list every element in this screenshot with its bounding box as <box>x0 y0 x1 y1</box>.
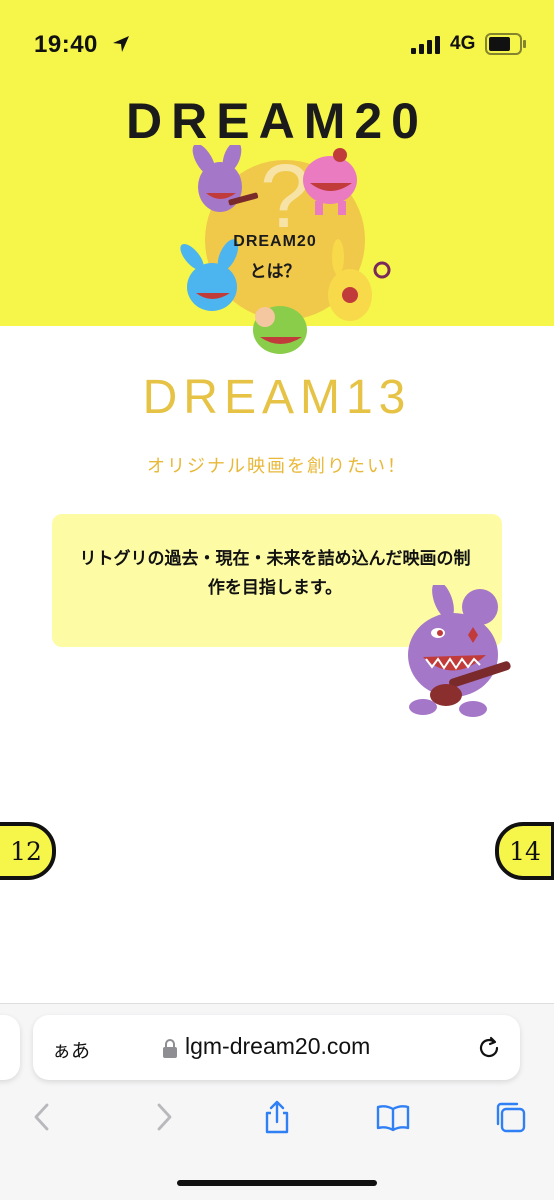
cellular-signal-icon <box>411 36 440 54</box>
svg-text:?: ? <box>260 147 310 247</box>
previous-page-number: 12 <box>10 836 42 866</box>
home-indicator[interactable] <box>177 1180 377 1186</box>
forward-icon[interactable] <box>146 1100 180 1134</box>
hero-circle-text[interactable]: DREAM20 とは？ <box>205 233 345 282</box>
section-subtitle: オリジナル映画を創りたい！ <box>147 456 407 477</box>
next-page-number: 14 <box>509 836 541 866</box>
site-logo[interactable]: DREAM20 <box>0 92 554 150</box>
location-arrow-icon <box>113 36 129 52</box>
section-title: DREAM13 <box>142 371 412 424</box>
network-type: 4G <box>450 33 476 54</box>
previous-page-button[interactable]: 12 <box>0 822 56 880</box>
reader-options-button[interactable]: ぁあ <box>52 1036 90 1063</box>
next-page-button[interactable]: 14 <box>495 822 554 880</box>
green-monster-icon <box>253 306 307 354</box>
share-icon[interactable] <box>260 1100 294 1134</box>
circle-title: DREAM20 <box>233 233 317 250</box>
status-time: 19:40 <box>34 31 98 58</box>
lock-icon <box>163 1039 177 1058</box>
back-icon[interactable] <box>26 1100 60 1134</box>
tabs-icon[interactable] <box>493 1100 527 1134</box>
reload-icon[interactable] <box>476 1035 502 1061</box>
previous-tab-peek[interactable] <box>0 1015 20 1080</box>
url-text[interactable]: lgm-dream20.com <box>185 1033 370 1060</box>
bookmarks-icon[interactable] <box>376 1100 410 1134</box>
purple-guitar-monster-icon <box>408 585 511 717</box>
battery-icon <box>485 33 526 55</box>
circle-subtitle: とは？ <box>249 262 301 281</box>
